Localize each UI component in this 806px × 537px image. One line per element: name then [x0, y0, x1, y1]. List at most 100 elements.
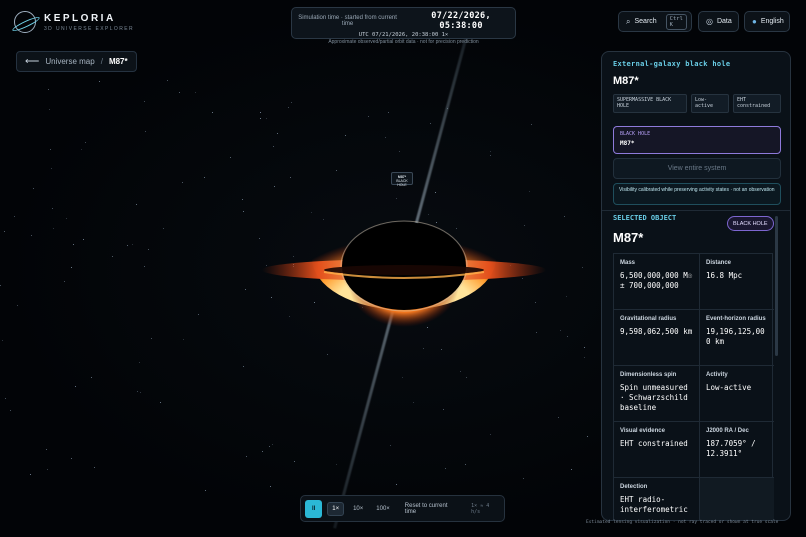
star [52, 208, 54, 210]
prop-value: EHT constrained [620, 439, 688, 448]
breadcrumb-universe-map[interactable]: Universe map [45, 57, 94, 66]
visibility-note: Visibility calibrated while preserving a… [613, 183, 781, 205]
object-label-chip[interactable]: M87* BLACK HOLE [391, 172, 413, 187]
speed-1x-button[interactable]: 1× [327, 501, 345, 516]
select-label: BLACK HOLE [620, 131, 651, 137]
pause-button[interactable]: II [305, 499, 323, 518]
prop-label: J2000 RA / Dec [706, 428, 749, 434]
prop-detection: Detection EHT radio-interferometric [614, 478, 700, 520]
star [75, 385, 77, 387]
star [559, 330, 561, 332]
star [464, 464, 466, 466]
search-shortcut: Ctrl K [665, 13, 687, 30]
prop-label: Gravitational radius [620, 316, 677, 322]
star [586, 436, 588, 438]
star [203, 177, 205, 179]
star [442, 408, 444, 410]
star [566, 296, 568, 298]
star [336, 463, 338, 465]
star [523, 478, 525, 480]
star [389, 445, 391, 447]
prop-visual-evidence: Visual evidence EHT constrained [614, 422, 700, 478]
star [14, 215, 16, 217]
star [84, 141, 86, 143]
star [291, 101, 293, 103]
speed-10x-button[interactable]: 10× [349, 503, 367, 515]
star [261, 450, 263, 452]
star [135, 204, 137, 206]
breadcrumb: ⟵ Universe map / M87* [16, 51, 137, 72]
scene-viewport[interactable]: M87* BLACK HOLE KEPLORIA 3D UNIVERSE EXP… [0, 0, 806, 537]
star [271, 443, 273, 445]
utc-time: UTC 07/21/2026, 20:38:00 1× [358, 32, 449, 38]
star [131, 243, 133, 245]
star [387, 112, 389, 114]
star [245, 289, 247, 290]
star [269, 446, 271, 448]
prop-value: 6,500,000,000 M☉ ± 700,000,000 [620, 271, 693, 290]
prop-distance: Distance 16.8 Mpc [700, 254, 774, 310]
star [29, 474, 31, 476]
speed-100x-button[interactable]: 100× [372, 503, 394, 515]
star [91, 376, 93, 378]
star [143, 101, 145, 103]
star [229, 157, 231, 159]
star [584, 346, 586, 348]
rate-readout: 1× ≈ 4 h/s [471, 502, 490, 515]
star [385, 137, 387, 139]
breadcrumb-current: M87* [108, 57, 128, 66]
reset-time-button[interactable]: Reset to current time [405, 503, 458, 515]
star [126, 245, 128, 247]
lensing-footnote: Estimated lensing visualization · not ra… [586, 520, 779, 525]
star [83, 238, 85, 240]
language-label: English [760, 18, 784, 25]
prop-label: Distance [706, 260, 732, 266]
star [395, 483, 397, 485]
tag-activity: Low-active [691, 94, 729, 113]
prop-gravitational-radius: Gravitational radius 9,598,062,500 km [614, 310, 700, 366]
star [558, 417, 560, 419]
prop-value: 19,196,125,000 km [706, 327, 765, 346]
star [147, 248, 149, 250]
time-disclaimer: Approximate observed/partial orbit data … [328, 39, 479, 45]
prop-ra-dec: J2000 RA / Dec 187.7059° / 12.3911° [700, 422, 774, 478]
star [17, 305, 19, 307]
search-button[interactable]: ⌕ Search Ctrl K [618, 11, 692, 32]
star [197, 313, 199, 315]
star [111, 256, 113, 258]
data-button[interactable]: ◎ Data [698, 11, 739, 32]
app-logo[interactable]: KEPLORIA 3D UNIVERSE EXPLORER [14, 11, 134, 33]
prop-value: Spin unmeasured · Schwarzschild baseline [620, 383, 688, 412]
prop-value: 9,598,062,500 km [620, 327, 693, 336]
panel-title: M87* [613, 75, 639, 87]
star [144, 131, 146, 133]
star [50, 148, 52, 150]
panel-scrollbar[interactable] [775, 216, 778, 356]
back-arrow-icon[interactable]: ⟵ [25, 56, 39, 67]
prop-activity: Activity Low-active [700, 366, 774, 422]
time-controls: II 1× 10× 100× Reset to current time 1× … [300, 495, 505, 522]
star [179, 92, 181, 94]
black-hole-select[interactable]: BLACK HOLE M87* [613, 126, 781, 154]
app-title: KEPLORIA [44, 12, 116, 24]
star [73, 243, 75, 245]
star [531, 124, 533, 126]
prop-event-horizon-radius: Event-horizon radius 19,196,125,000 km [700, 310, 774, 366]
star [46, 469, 48, 471]
prop-label: Mass [620, 260, 636, 266]
star [30, 234, 32, 236]
star [64, 280, 66, 282]
prop-value: 187.7059° / 12.3911° [706, 439, 756, 458]
star [93, 466, 95, 468]
star [489, 154, 491, 156]
star [66, 217, 68, 219]
language-button[interactable]: ● English [744, 11, 790, 32]
star [182, 181, 184, 183]
star [563, 216, 565, 218]
star [242, 199, 244, 201]
star [460, 371, 462, 373]
prop-value: 16.8 Mpc [706, 271, 743, 280]
star [246, 455, 248, 457]
view-entire-system-button[interactable]: View entire system [613, 158, 781, 179]
star [288, 106, 290, 108]
